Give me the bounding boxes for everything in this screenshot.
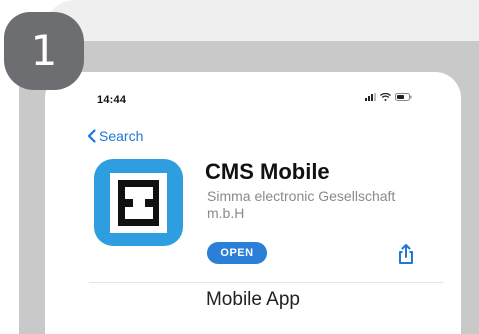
share-icon[interactable] xyxy=(396,243,416,265)
step-number: 1 xyxy=(30,26,58,75)
caption: Mobile App xyxy=(205,289,300,310)
divider xyxy=(89,282,443,283)
back-label: Search xyxy=(99,128,144,144)
step-badge: 1 xyxy=(4,12,84,90)
status-icons xyxy=(365,93,412,101)
app-icon[interactable] xyxy=(94,159,183,246)
open-button[interactable]: OPEN xyxy=(207,242,267,264)
back-button[interactable]: Search xyxy=(87,128,143,144)
cms-logo-icon xyxy=(110,173,167,233)
phone-screen: 14:44 Search CMS Mobile Simma electronic… xyxy=(45,72,461,334)
wifi-icon xyxy=(380,93,391,101)
app-name: CMS Mobile xyxy=(205,159,330,184)
developer-name[interactable]: Simma electronic Gesellschaft m.b.H xyxy=(207,188,407,222)
status-time: 14:44 xyxy=(97,94,127,106)
cellular-signal-icon xyxy=(365,93,376,101)
chevron-left-icon xyxy=(87,129,96,143)
battery-icon xyxy=(395,93,412,101)
